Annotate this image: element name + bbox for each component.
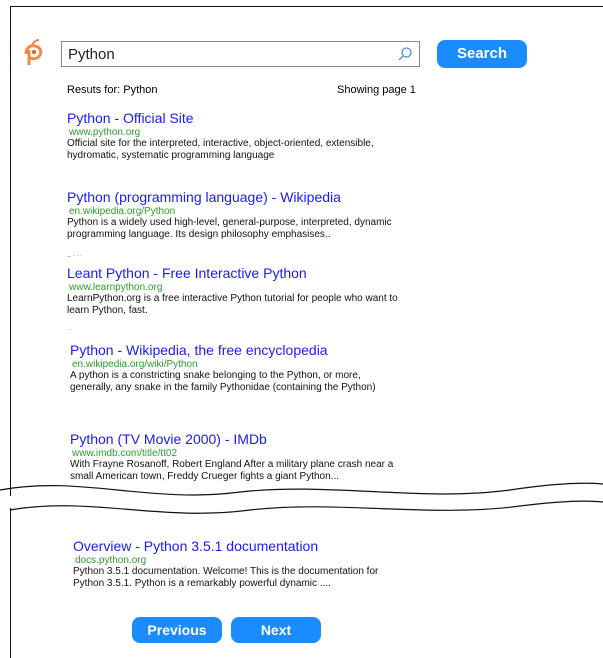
search-box[interactable]: [61, 41, 420, 67]
result-description: Python is a widely used high-level, gene…: [67, 217, 392, 240]
result-item: Overview - Python 3.5.1 documentation do…: [73, 538, 398, 590]
result-title-link[interactable]: Python - Wikipedia, the free encyclopedi…: [70, 342, 400, 359]
result-url[interactable]: docs.python.org: [75, 555, 398, 566]
previous-button[interactable]: Previous: [132, 617, 222, 643]
logo-icon: [24, 39, 43, 65]
result-description: A python is a constricting snake belongi…: [70, 370, 376, 393]
result-item: Leant Python - Free Interactive Python w…: [67, 265, 412, 317]
separator-dots: · ·: [67, 327, 73, 333]
page-frame-top: [10, 6, 603, 496]
search-input[interactable]: [62, 42, 382, 66]
result-item: Python (programming language) - Wikipedi…: [67, 189, 412, 241]
result-title-link[interactable]: Python (TV Movie 2000) - IMDb: [70, 431, 405, 448]
result-title-link[interactable]: Python (programming language) - Wikipedi…: [67, 189, 412, 206]
search-icon[interactable]: [397, 46, 413, 62]
result-url[interactable]: www.python.org: [69, 127, 412, 138]
next-button[interactable]: Next: [231, 617, 321, 643]
result-title-link[interactable]: Python - Official Site: [67, 110, 412, 127]
result-description: LearnPython.org is a free interactive Py…: [67, 293, 398, 316]
result-url[interactable]: www.learnpython.org: [69, 282, 412, 293]
result-description: Python 3.5.1 documentation. Welcome! Thi…: [73, 566, 379, 589]
result-title-link[interactable]: Overview - Python 3.5.1 documentation: [73, 538, 398, 555]
result-url[interactable]: en.wikipedia.org/wiki/Python: [72, 359, 400, 370]
result-url[interactable]: www.imdb.com/title/tt02: [72, 448, 405, 459]
result-item: Python - Official Site www.python.org Of…: [67, 110, 412, 162]
results-for-label: Resuts for: Python: [67, 84, 158, 96]
result-item: Python (TV Movie 2000) - IMDb www.imdb.c…: [70, 431, 405, 483]
separator-dots: ‥ · · ·: [67, 253, 82, 259]
result-item: Python - Wikipedia, the free encyclopedi…: [70, 342, 400, 394]
result-description: With Frayne Rosanoff, Robert England Aft…: [70, 459, 394, 482]
result-url[interactable]: en.wikipedia.org/Python: [69, 206, 412, 217]
search-button[interactable]: Search: [437, 40, 527, 68]
page-info-label: Showing page 1: [337, 84, 416, 96]
result-description: Official site for the interpreted, inter…: [67, 138, 374, 161]
result-title-link[interactable]: Leant Python - Free Interactive Python: [67, 265, 412, 282]
